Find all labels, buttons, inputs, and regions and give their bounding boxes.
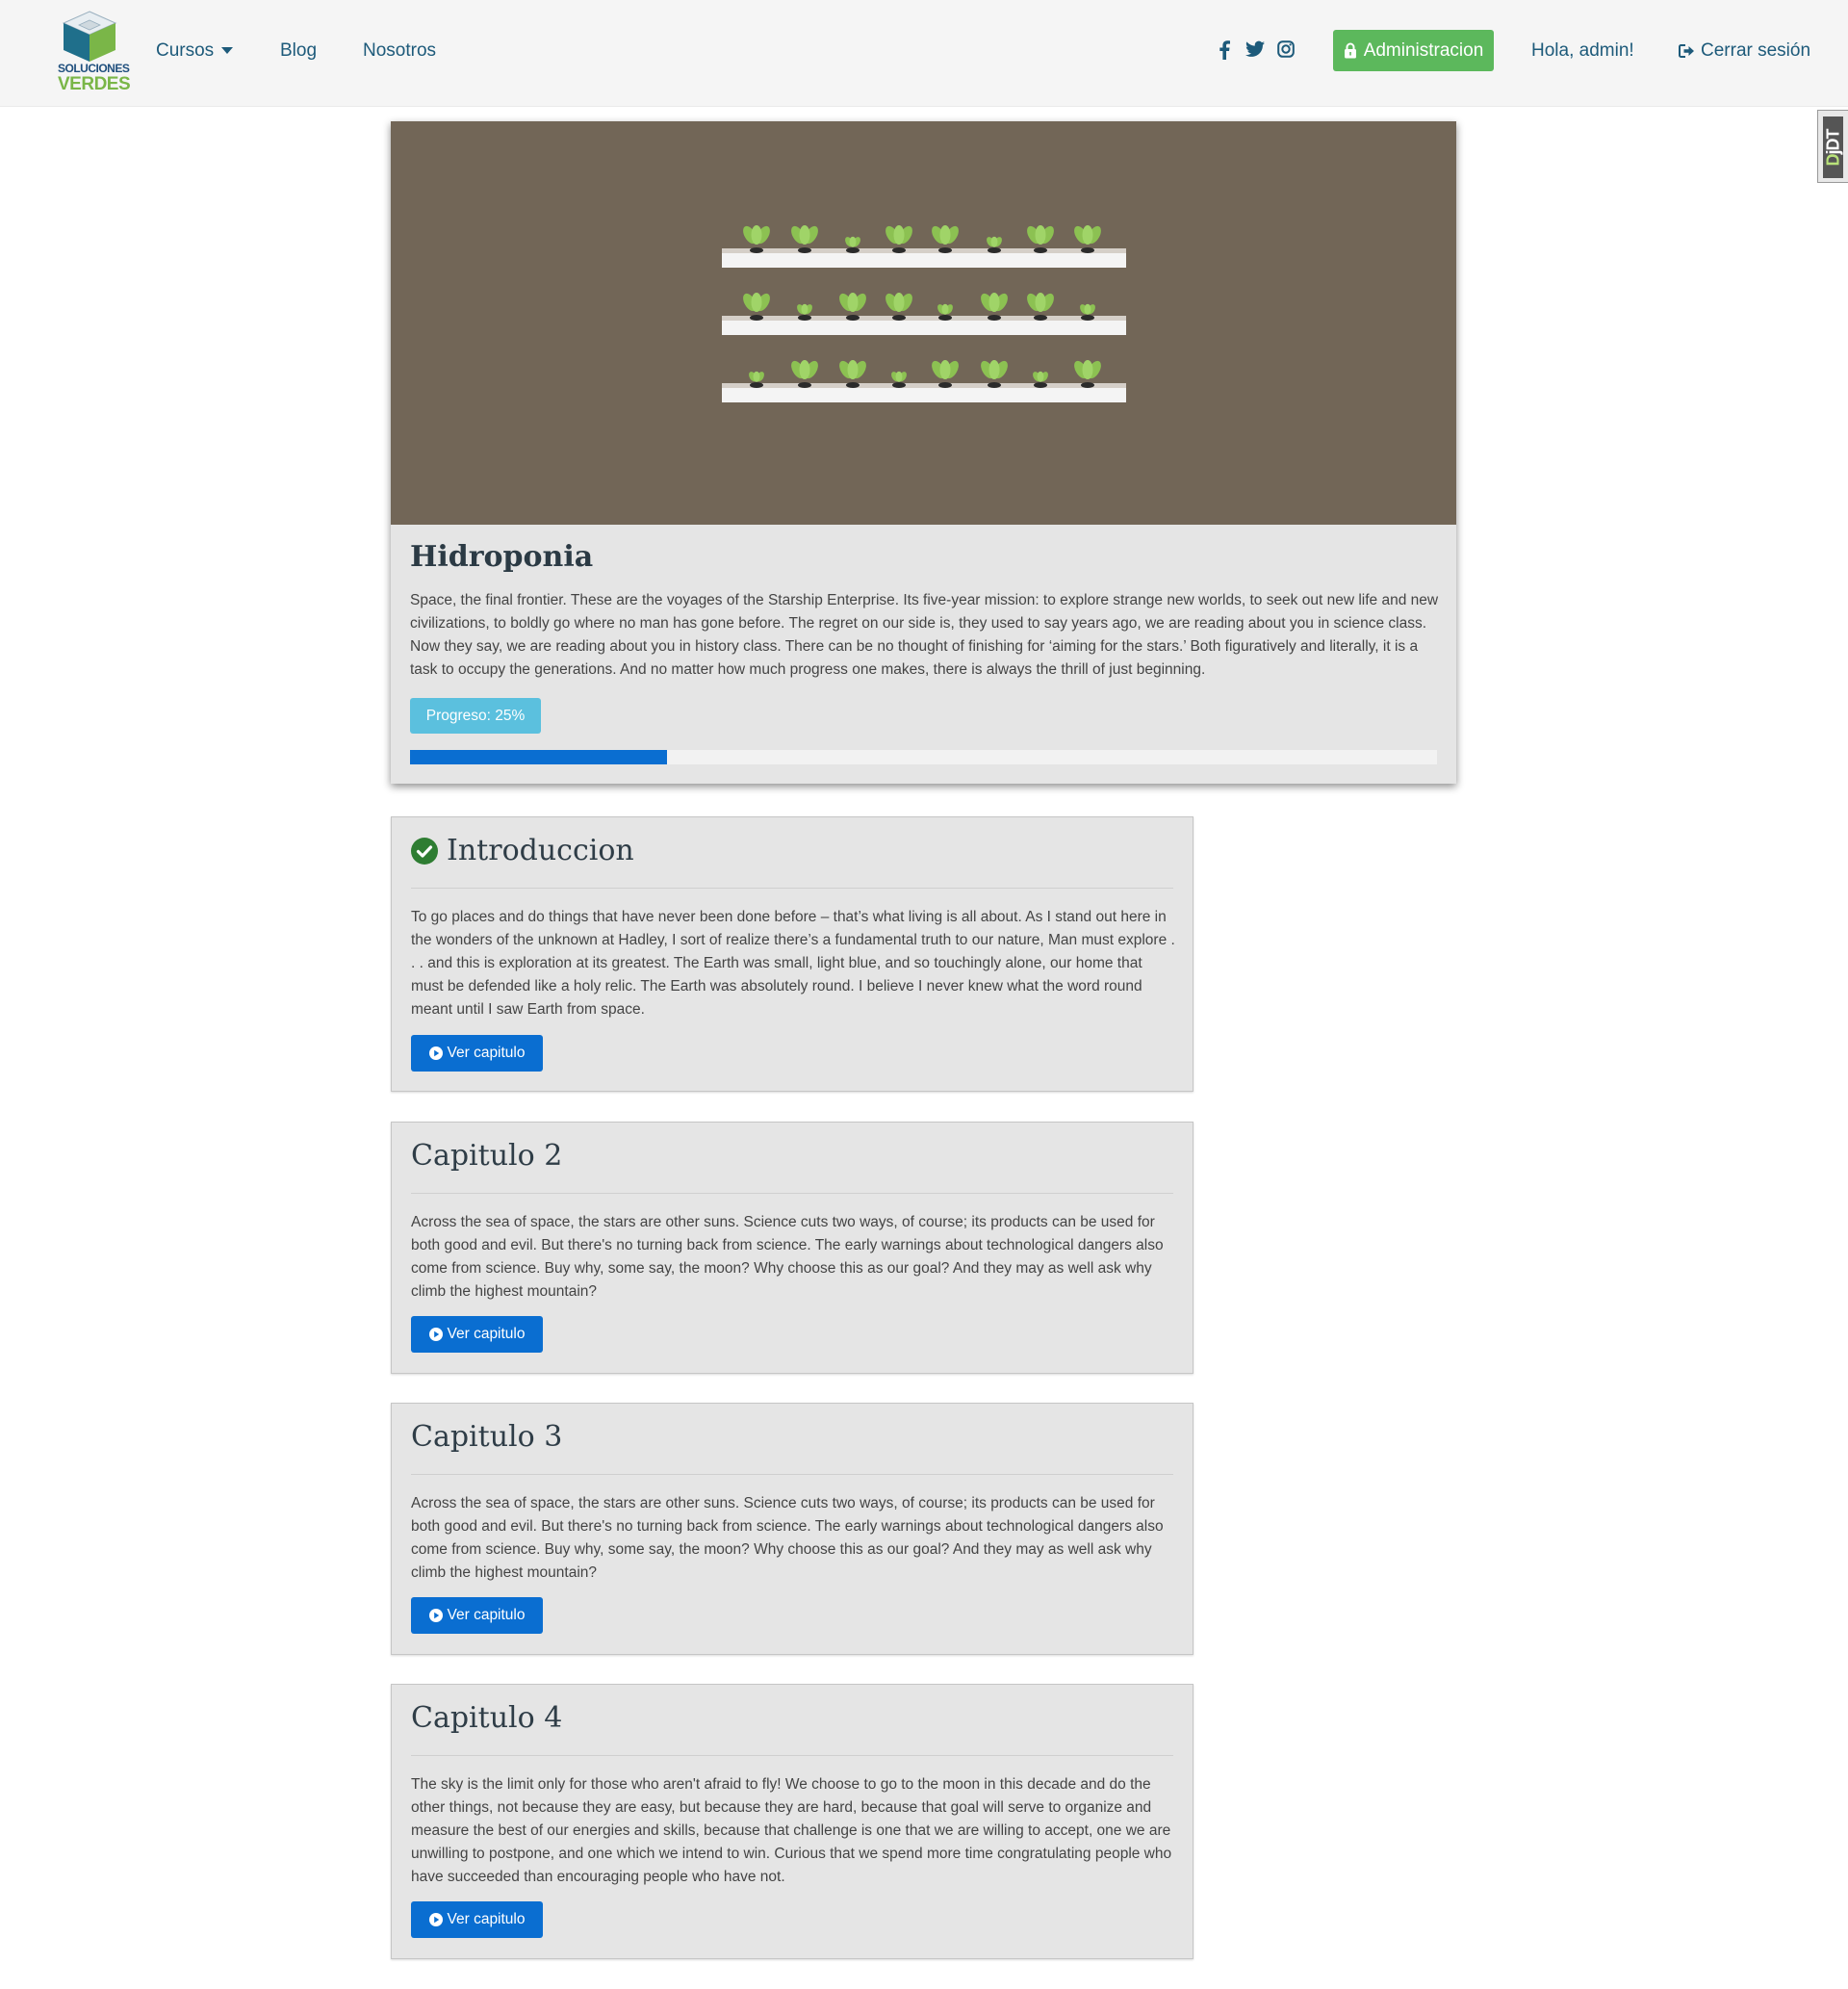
hydroponic-pipe-shade bbox=[722, 248, 1126, 253]
lettuce-plant-icon bbox=[797, 303, 812, 321]
chapter-text: Across the sea of space, the stars are o… bbox=[411, 1495, 1164, 1581]
chapter-divider bbox=[411, 888, 1173, 889]
ver-capitulo-label: Ver capitulo bbox=[447, 1326, 526, 1342]
lettuce-plant-icon bbox=[1033, 371, 1048, 388]
chapter-title-text: Introduccion bbox=[447, 834, 634, 867]
ver-capitulo-button[interactable]: Ver capitulo bbox=[411, 1901, 543, 1938]
progress-badge: Progreso: 25% bbox=[410, 698, 541, 734]
play-circle-icon bbox=[428, 1609, 443, 1622]
hydroponic-pipe-shade bbox=[722, 383, 1126, 388]
play-circle-icon bbox=[428, 1913, 443, 1926]
chapter-text: Across the sea of space, the stars are o… bbox=[411, 1214, 1164, 1300]
admin-button[interactable]: Administracion bbox=[1333, 30, 1494, 71]
chapter-divider bbox=[411, 1755, 1173, 1756]
chapter-title: Capitulo 4 bbox=[411, 1696, 562, 1741]
facebook-icon[interactable] bbox=[1219, 40, 1230, 62]
ver-capitulo-button[interactable]: Ver capitulo bbox=[411, 1035, 543, 1072]
chapter-divider bbox=[411, 1193, 1173, 1194]
chapter-title-text: Capitulo 2 bbox=[411, 1139, 563, 1173]
chapter-card-capitulo-4: Capitulo 4 The sky is the limit only for… bbox=[391, 1684, 1194, 1959]
nav-cursos-label: Cursos bbox=[156, 40, 215, 61]
chapter-card-capitulo-2: Capitulo 2 Across the sea of space, the … bbox=[391, 1122, 1194, 1374]
progress-bar bbox=[410, 750, 1437, 764]
lettuce-plant-icon bbox=[987, 236, 1002, 253]
ver-capitulo-label: Ver capitulo bbox=[447, 1045, 526, 1061]
ddt-label-d: D bbox=[1823, 154, 1842, 166]
play-circle-icon bbox=[428, 1046, 443, 1060]
sign-out-icon bbox=[1679, 44, 1694, 58]
hydroponics-illustration bbox=[722, 225, 1126, 402]
lettuce-plant-icon bbox=[845, 236, 860, 253]
ver-capitulo-button[interactable]: Ver capitulo bbox=[411, 1597, 543, 1634]
user-greeting-link[interactable]: Hola, admin! bbox=[1531, 39, 1634, 63]
chapter-title: Capitulo 3 bbox=[411, 1415, 562, 1459]
brand-line2: VERDES bbox=[58, 74, 131, 94]
chapter-card-capitulo-3: Capitulo 3 Across the sea of space, the … bbox=[391, 1403, 1194, 1655]
lock-icon bbox=[1344, 42, 1356, 59]
chapter-title: Introduccion bbox=[411, 829, 634, 873]
caret-down-icon bbox=[221, 47, 234, 55]
ver-capitulo-label: Ver capitulo bbox=[447, 1607, 526, 1623]
cube-logo-icon bbox=[62, 11, 117, 62]
twitter-icon[interactable] bbox=[1245, 40, 1265, 62]
chapter-text: To go places and do things that have nev… bbox=[411, 909, 1175, 1018]
nav-blog-link[interactable]: Blog bbox=[280, 39, 317, 63]
logout-link[interactable]: Cerrar sesión bbox=[1679, 39, 1810, 63]
progress-bar-fill bbox=[410, 750, 667, 764]
ddt-label-rest: jDT bbox=[1823, 129, 1842, 154]
debug-toolbar-logo: DjDT bbox=[1823, 116, 1843, 178]
logout-label: Cerrar sesión bbox=[1701, 40, 1811, 61]
play-circle-icon bbox=[428, 1328, 443, 1341]
admin-button-label: Administracion bbox=[1363, 39, 1484, 61]
course-description: Space, the final frontier. These are the… bbox=[410, 592, 1439, 678]
chapter-card-introduccion: Introduccion To go places and do things … bbox=[391, 816, 1194, 1092]
nav-cursos-dropdown[interactable]: Cursos bbox=[156, 39, 234, 63]
chapter-title: Capitulo 2 bbox=[411, 1134, 562, 1178]
chapter-title-text: Capitulo 4 bbox=[411, 1701, 563, 1735]
lettuce-plant-icon bbox=[891, 371, 907, 388]
check-circle-icon bbox=[411, 838, 438, 865]
course-hero-image bbox=[391, 121, 1456, 525]
lettuce-plant-icon bbox=[937, 303, 953, 321]
lettuce-plant-icon bbox=[749, 371, 764, 388]
debug-toolbar-handle[interactable]: DjDT bbox=[1817, 110, 1848, 183]
brand-logo[interactable]: SOLUCIONES VERDES bbox=[58, 10, 131, 96]
nav-nosotros-link[interactable]: Nosotros bbox=[363, 39, 436, 63]
ver-capitulo-button[interactable]: Ver capitulo bbox=[411, 1316, 543, 1353]
instagram-icon[interactable] bbox=[1277, 40, 1295, 62]
chapter-text: The sky is the limit only for those who … bbox=[411, 1776, 1172, 1885]
course-card: Hidroponia Space, the final frontier. Th… bbox=[391, 121, 1456, 784]
ver-capitulo-label: Ver capitulo bbox=[447, 1911, 526, 1927]
navbar: SOLUCIONES VERDES Cursos Blog Nosotros A… bbox=[0, 0, 1848, 107]
lettuce-plant-icon bbox=[1080, 303, 1095, 321]
hydroponic-pipe-shade bbox=[722, 316, 1126, 321]
chapter-divider bbox=[411, 1474, 1173, 1475]
chapter-title-text: Capitulo 3 bbox=[411, 1420, 563, 1454]
course-title: Hidroponia bbox=[410, 540, 594, 574]
